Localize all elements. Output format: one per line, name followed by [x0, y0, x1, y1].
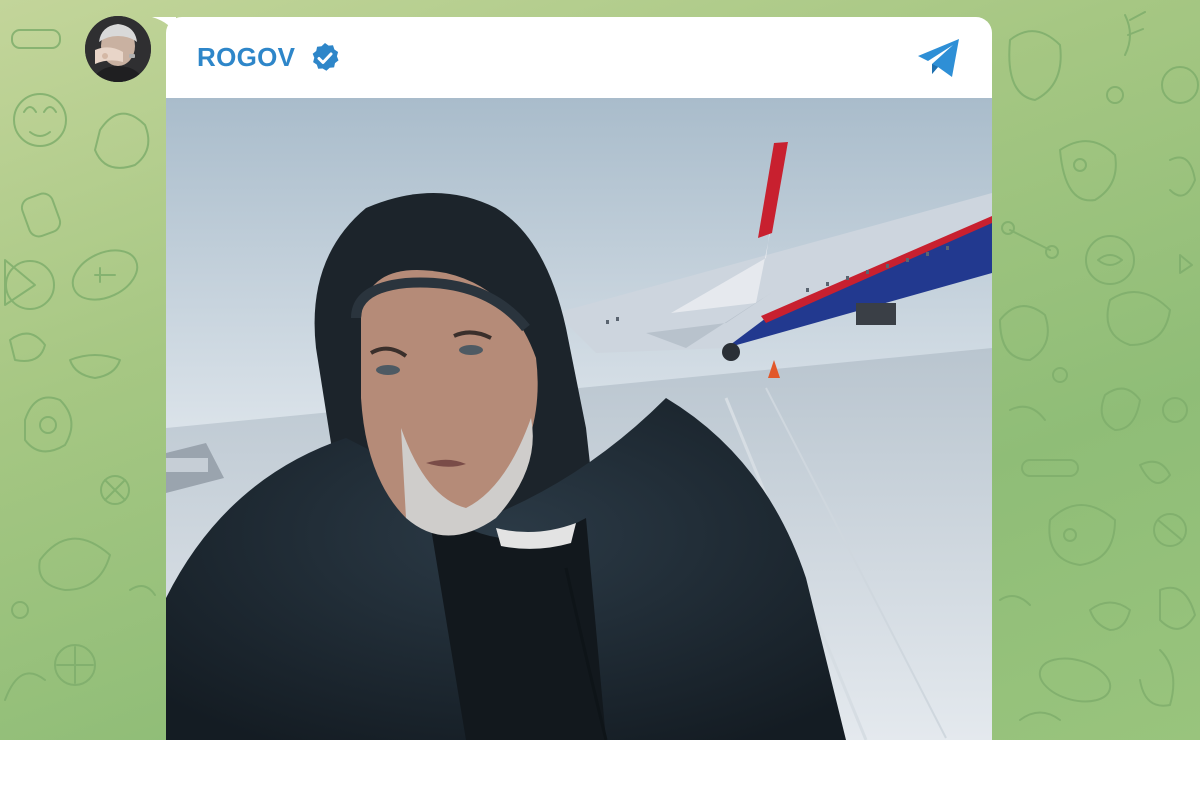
post-header: ROGOV [166, 17, 992, 98]
photo-selfie-airport [166, 98, 992, 740]
message-bubble: ROGOV [166, 17, 992, 740]
channel-name[interactable]: ROGOV [197, 42, 295, 73]
bottom-white-band [0, 740, 1200, 800]
telegram-icon[interactable] [916, 37, 962, 79]
avatar-photo [85, 16, 151, 82]
verified-badge-icon [312, 42, 339, 71]
channel-avatar[interactable] [85, 16, 151, 82]
post-photo[interactable] [166, 98, 992, 740]
